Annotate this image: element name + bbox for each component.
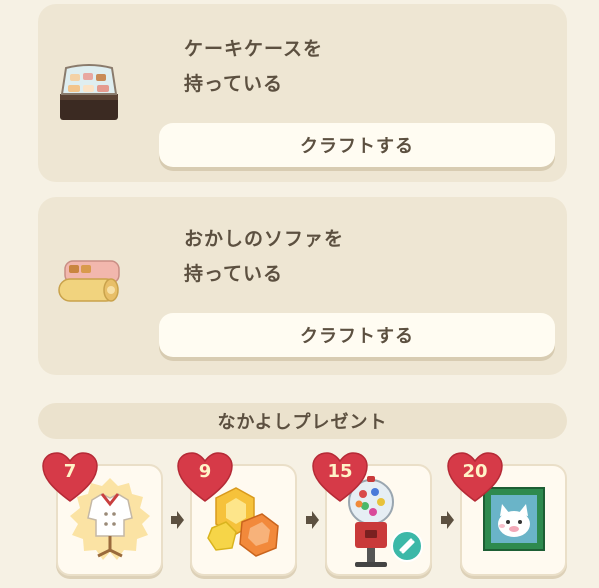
quest-card-sweets-sofa: おかしのソファを 持っている クラフトする <box>38 197 567 375</box>
heart-level-badge: 9 <box>176 451 234 503</box>
arrow-right-icon <box>306 511 319 529</box>
quest-card-cake-case: ケーキケースを 持っている クラフトする <box>38 4 567 182</box>
heart-level-badge: 15 <box>311 451 369 503</box>
friendship-present-header: なかよしプレゼント <box>38 403 567 439</box>
friendship-level: 20 <box>462 461 488 482</box>
arrow-right-icon <box>171 511 184 529</box>
craft-button[interactable]: クラフトする <box>159 123 555 167</box>
recipe-badge-icon <box>391 530 423 562</box>
card-title: ケーキケースを 持っている <box>184 38 324 95</box>
craft-button[interactable]: クラフトする <box>159 313 555 357</box>
arrow-right-icon <box>441 511 454 529</box>
friendship-level: 7 <box>63 461 77 482</box>
heart-level-badge: 7 <box>41 451 99 503</box>
heart-level-badge: 20 <box>446 451 504 503</box>
friendship-level: 9 <box>198 461 212 482</box>
sweets-sofa-icon <box>58 260 120 302</box>
card-title: おかしのソファを 持っている <box>184 228 345 285</box>
friendship-level: 15 <box>327 461 353 482</box>
cake-case-icon <box>60 64 118 120</box>
